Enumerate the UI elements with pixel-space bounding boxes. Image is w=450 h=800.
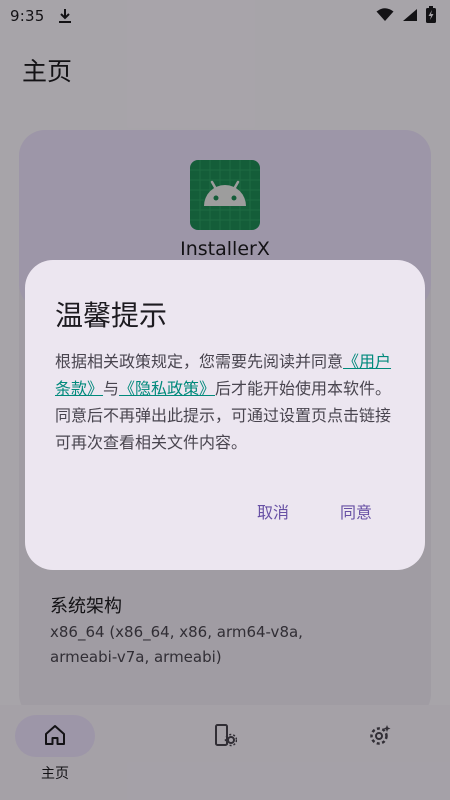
agreement-dialog: 温馨提示 根据相关政策规定，您需要先阅读并同意《用户条款》与《隐私政策》后才能开… <box>25 260 425 570</box>
privacy-policy-link[interactable]: 《隐私政策》 <box>119 379 215 398</box>
cancel-button[interactable]: 取消 <box>257 496 289 526</box>
dialog-body: 根据相关政策规定，您需要先阅读并同意《用户条款》与《隐私政策》后才能开始使用本软… <box>55 348 400 456</box>
dialog-body-prefix: 根据相关政策规定，您需要先阅读并同意 <box>55 352 344 371</box>
dialog-body-and: 与 <box>103 379 120 398</box>
dialog-title: 温馨提示 <box>55 299 168 332</box>
agree-button[interactable]: 同意 <box>340 496 372 526</box>
